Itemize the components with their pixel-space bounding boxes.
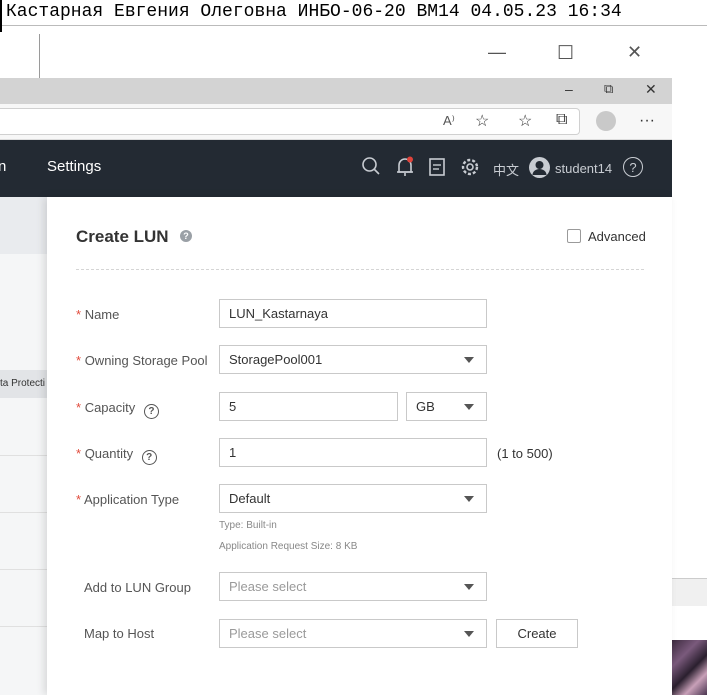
background-window-strip [672,578,707,606]
quantity-input[interactable]: 1 [219,438,487,467]
app-type-hint-size: Application Request Size: 8 KB [219,541,358,552]
capacity-input[interactable]: 5 [219,392,398,421]
left-row-divider [0,569,47,570]
nav-settings[interactable]: Settings [47,158,101,175]
quantity-label: * Quantity ? [76,446,157,465]
left-row-divider [0,455,47,456]
lun-group-placeholder: Please select [229,579,307,594]
user-name[interactable]: student14 [555,161,612,176]
name-label-text: Name [84,307,120,322]
capacity-label: * Capacity ? [76,400,159,419]
host-placeholder: Please select [229,626,307,641]
gear-icon[interactable] [460,157,480,182]
window-minimize-button[interactable]: — [488,42,506,63]
task-list-icon[interactable] [429,158,445,181]
help-icon[interactable]: ? [623,157,643,177]
pool-label: * Owning Storage Pool [76,353,208,368]
left-row-divider [0,626,47,627]
application-type-select[interactable]: Default [219,484,487,513]
left-panel [0,197,47,695]
advanced-checkbox[interactable] [567,229,581,243]
chevron-down-icon [464,584,474,590]
question-icon[interactable]: ? [141,450,157,465]
left-row-divider [0,512,47,513]
title-help-icon[interactable]: ? [180,230,192,242]
lun-group-label: Add to LUN Group [84,580,191,595]
browser-minimize-button[interactable]: – [565,81,573,97]
storage-pool-value: StoragePool001 [229,352,323,367]
profile-avatar-icon[interactable] [596,111,616,131]
advanced-label[interactable]: Advanced [588,229,646,244]
window-close-button[interactable]: ✕ [627,42,642,63]
name-input[interactable]: LUN_Kastarnaya [219,299,487,328]
dialog-divider [76,269,644,270]
favorite-add-icon[interactable]: ☆ [475,111,489,131]
required-mark: * [76,400,82,415]
browser-restore-button[interactable]: ⧉ [604,81,613,97]
chevron-down-icon [464,496,474,502]
chevron-down-icon [464,631,474,637]
create-host-button[interactable]: Create [496,619,578,648]
background-image [672,640,707,695]
host-select[interactable]: Please select [219,619,487,648]
required-mark: * [76,307,82,322]
capacity-unit-value: GB [416,399,435,414]
search-icon[interactable] [361,156,381,181]
caption-divider [0,0,2,32]
window-maximize-button[interactable]: ☐ [557,42,574,65]
dialog-title: Create LUN [76,227,169,246]
storage-pool-select[interactable]: StoragePool001 [219,345,487,374]
address-bar[interactable] [0,108,580,135]
question-icon[interactable]: ? [143,404,159,419]
collections-icon[interactable]: ⧉ [556,111,567,129]
quantity-label-text: Quantity [84,446,134,461]
app-type-label: * Application Type [76,492,179,507]
capacity-unit-select[interactable]: GB [406,392,487,421]
left-panel-header [0,197,47,254]
favorites-icon[interactable]: ☆ [518,111,532,131]
language-switch[interactable]: 中文 [493,160,519,179]
capacity-label-text: Capacity [84,400,136,415]
browser-close-button[interactable]: ✕ [645,81,657,98]
left-panel-item-protection[interactable]: ta Protecti [0,370,47,398]
chevron-down-icon [464,357,474,363]
required-mark: * [76,492,82,507]
user-avatar-icon[interactable] [529,157,550,178]
alarm-bell-icon[interactable] [395,156,415,183]
required-mark: * [76,446,82,461]
required-mark: * [76,353,82,368]
name-label: * Name [76,307,119,322]
app-type-label-text: Application Type [83,492,180,507]
nav-item-partial[interactable]: n [0,158,8,178]
app-type-value: Default [229,491,271,506]
session-caption: Кастарная Евгения Олеговна ИНБО-06-20 ВМ… [0,0,707,26]
read-aloud-icon[interactable]: A⁾ [443,113,455,129]
chevron-down-icon [464,404,474,410]
map-host-label: Map to Host [84,626,155,641]
more-menu-icon[interactable]: ··· [639,112,655,130]
app-type-hint-type: Type: Built-in [219,520,277,531]
lun-group-select[interactable]: Please select [219,572,487,601]
window-title-field[interactable] [0,34,40,80]
pool-label-text: Owning Storage Pool [84,353,208,368]
quantity-range-hint: (1 to 500) [497,446,553,461]
